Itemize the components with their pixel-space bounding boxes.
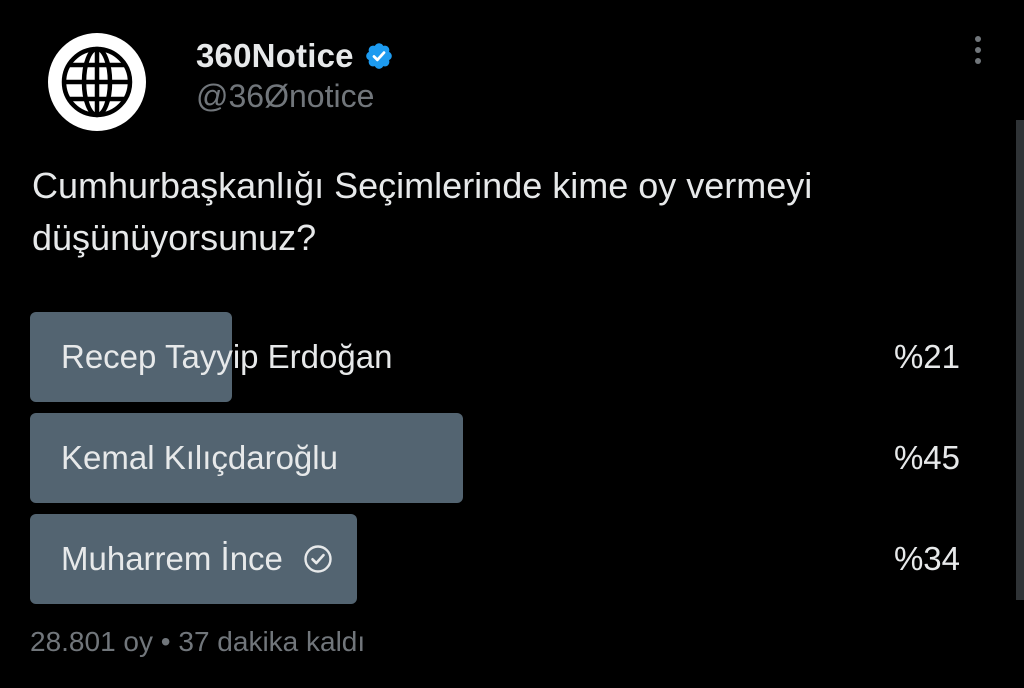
more-options-icon[interactable] [970,36,986,72]
avatar[interactable] [48,33,146,131]
vote-count: 28.801 oy [30,626,153,657]
globe-icon [48,33,146,131]
poll: Recep Tayyip Erdoğan %21 Kemal Kılıçdaro… [30,312,970,615]
author-handle[interactable]: @36Ønotice [196,78,374,115]
display-name[interactable]: 360Notice [196,37,354,75]
author-header: 360Notice [196,34,394,78]
poll-option-percent: %45 [893,439,960,476]
poll-option-percent: %21 [893,338,960,375]
poll-option-label: Muharrem İnce [61,540,283,577]
meta-separator: • [160,626,171,657]
scrollbar[interactable] [1016,120,1024,600]
poll-option-kilicdaroglu[interactable]: Kemal Kılıçdaroğlu %45 [30,413,970,503]
poll-option-ince[interactable]: Muharrem İnce %34 [30,514,970,604]
poll-meta: 28.801 oy • 37 dakika kaldı [30,626,365,658]
poll-option-percent: %34 [893,540,960,577]
time-remaining: 37 dakika kaldı [178,626,366,657]
poll-question: Cumhurbaşkanlığı Seçimlerinde kime oy ve… [32,165,813,258]
poll-option-label: Kemal Kılıçdaroğlu [61,439,338,476]
verified-badge-icon [365,43,392,69]
check-circle-icon [304,545,332,573]
poll-option-erdogan[interactable]: Recep Tayyip Erdoğan %21 [30,312,970,402]
poll-option-label: Recep Tayyip Erdoğan [61,338,393,375]
